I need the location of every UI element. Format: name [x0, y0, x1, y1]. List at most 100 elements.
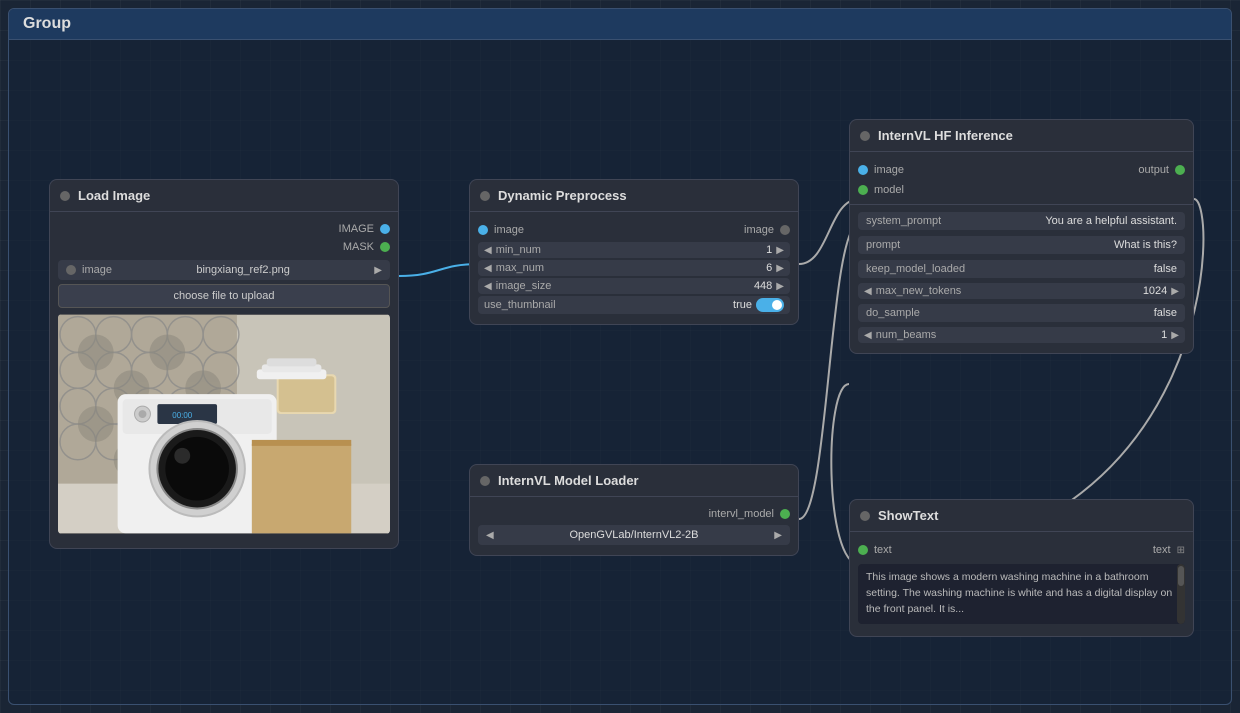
thumbnail-toggle[interactable] [756, 298, 784, 312]
max-num-left[interactable]: ◀ [484, 263, 492, 274]
filename-left-connector [66, 265, 76, 275]
model-dropdown-row: ◀ OpenGVLab/InternVL2-2B ▶ [478, 525, 790, 545]
internvl-hf-header: InternVL HF Inference [850, 120, 1193, 152]
intervl-model-output-row: intervl_model [470, 505, 798, 523]
min-num-left[interactable]: ◀ [484, 245, 492, 256]
showtext-dot [860, 511, 870, 521]
filename-row: image bingxiang_ref2.png ▶ [58, 260, 390, 280]
image-size-row: ◀ image_size 448 ▶ [478, 278, 790, 294]
max-tokens-value: 1024 [1143, 285, 1167, 297]
thumbnail-value: true [733, 299, 752, 311]
keep-loaded-value: false [1154, 263, 1177, 275]
model-loader-title: InternVL Model Loader [498, 473, 639, 488]
dynamic-body: image image ◀ min_num 1 ▶ ◀ max_num 6 ▶ [470, 212, 798, 324]
image-output-label: IMAGE [339, 223, 374, 235]
max-tokens-left[interactable]: ◀ [864, 286, 872, 297]
node-load-image-header: Load Image [50, 180, 398, 212]
do-sample-value: false [1154, 307, 1177, 319]
showtext-title: ShowText [878, 508, 938, 523]
image-size-value: 448 [754, 280, 772, 292]
mask-output-connector[interactable] [380, 242, 390, 252]
image-size-label: image_size [496, 280, 750, 292]
min-num-label: min_num [496, 244, 762, 256]
model-loader-body: intervl_model ◀ OpenGVLab/InternVL2-2B ▶ [470, 497, 798, 555]
showtext-body: text text ⊞ This image shows a modern wa… [850, 532, 1193, 636]
image-size-left[interactable]: ◀ [484, 281, 492, 292]
group-title: Group [9, 9, 1231, 40]
image-size-right[interactable]: ▶ [776, 281, 784, 292]
image-output-row: IMAGE [50, 220, 398, 238]
mask-output-row: MASK [50, 238, 398, 256]
prompt-value: What is this? [1114, 239, 1177, 251]
hf-output-label: output [1138, 164, 1169, 176]
showtext-text-input[interactable] [858, 545, 868, 555]
showtext-header: ShowText [850, 500, 1193, 532]
image-label: image [82, 264, 112, 276]
hf-image-label: image [874, 164, 904, 176]
max-num-value: 6 [766, 262, 772, 274]
scrollbar-thumb [1178, 566, 1184, 586]
max-tokens-right[interactable]: ▶ [1171, 286, 1179, 297]
load-image-title: Load Image [78, 188, 150, 203]
min-num-row: ◀ min_num 1 ▶ [478, 242, 790, 258]
hf-image-input[interactable] [858, 165, 868, 175]
model-arrow-right[interactable]: ▶ [774, 530, 782, 541]
max-num-row: ◀ max_num 6 ▶ [478, 260, 790, 276]
intervl-model-connector[interactable] [780, 509, 790, 519]
dynamic-image-output-label: image [744, 224, 774, 236]
num-beams-row: ◀ num_beams 1 ▶ [858, 327, 1185, 343]
min-num-right[interactable]: ▶ [776, 245, 784, 256]
dynamic-title: Dynamic Preprocess [498, 188, 627, 203]
filename-text: bingxiang_ref2.png [118, 264, 368, 276]
dynamic-image-input[interactable] [478, 225, 488, 235]
keep-loaded-label: keep_model_loaded [866, 263, 965, 275]
thumbnail-row: use_thumbnail true [478, 296, 790, 314]
node-showtext: ShowText text text ⊞ This image shows a … [849, 499, 1194, 637]
node-model-loader: InternVL Model Loader intervl_model ◀ Op… [469, 464, 799, 556]
hf-model-label: model [874, 184, 904, 196]
dynamic-header: Dynamic Preprocess [470, 180, 798, 212]
filename-arrow[interactable]: ▶ [374, 265, 382, 276]
system-prompt-label: system_prompt [866, 215, 941, 227]
showtext-text-label: text [874, 544, 892, 556]
min-num-value: 1 [766, 244, 772, 256]
dynamic-image-output[interactable] [780, 225, 790, 235]
svg-text:00:00: 00:00 [172, 411, 192, 420]
internvl-hf-dot [860, 131, 870, 141]
hf-model-input[interactable] [858, 185, 868, 195]
showtext-grid-icon: ⊞ [1177, 545, 1185, 556]
system-prompt-value: You are a helpful assistant. [1045, 215, 1177, 227]
num-beams-right[interactable]: ▶ [1171, 330, 1179, 341]
model-dropdown-value: OpenGVLab/InternVL2-2B [498, 529, 771, 541]
do-sample-label: do_sample [866, 307, 920, 319]
showtext-text-output-label: text [1153, 544, 1171, 556]
model-arrow-left[interactable]: ◀ [486, 530, 494, 541]
max-num-right[interactable]: ▶ [776, 263, 784, 274]
showtext-content: This image shows a modern washing machin… [866, 571, 1172, 615]
scrollbar[interactable] [1177, 564, 1185, 624]
prompt-label: prompt [866, 239, 900, 251]
model-loader-header: InternVL Model Loader [470, 465, 798, 497]
dynamic-image-label: image [494, 224, 524, 236]
dynamic-dot [480, 191, 490, 201]
internvl-hf-title: InternVL HF Inference [878, 128, 1013, 143]
num-beams-value: 1 [1161, 329, 1167, 341]
max-tokens-row: ◀ max_new_tokens 1024 ▶ [858, 283, 1185, 299]
model-loader-dot [480, 476, 490, 486]
max-num-label: max_num [496, 262, 762, 274]
internvl-hf-body: image output model system_prompt You are… [850, 152, 1193, 353]
mask-output-label: MASK [343, 241, 374, 253]
image-output-connector[interactable] [380, 224, 390, 234]
hf-output-connector[interactable] [1175, 165, 1185, 175]
node-internvl-hf: InternVL HF Inference image output model… [849, 119, 1194, 354]
thumbnail-label: use_thumbnail [484, 299, 729, 311]
node-dynamic-preprocess: Dynamic Preprocess image image ◀ min_num… [469, 179, 799, 325]
outer-group: Group Load Image IMAGE MASK [8, 8, 1232, 705]
upload-button[interactable]: choose file to upload [58, 284, 390, 308]
intervl-model-label: intervl_model [709, 508, 774, 520]
node-load-image: Load Image IMAGE MASK image bingxiang_re… [49, 179, 399, 549]
image-preview: 00:00 [58, 314, 390, 534]
load-image-dot [60, 191, 70, 201]
num-beams-left[interactable]: ◀ [864, 330, 872, 341]
model-dropdown[interactable]: ◀ OpenGVLab/InternVL2-2B ▶ [478, 525, 790, 545]
